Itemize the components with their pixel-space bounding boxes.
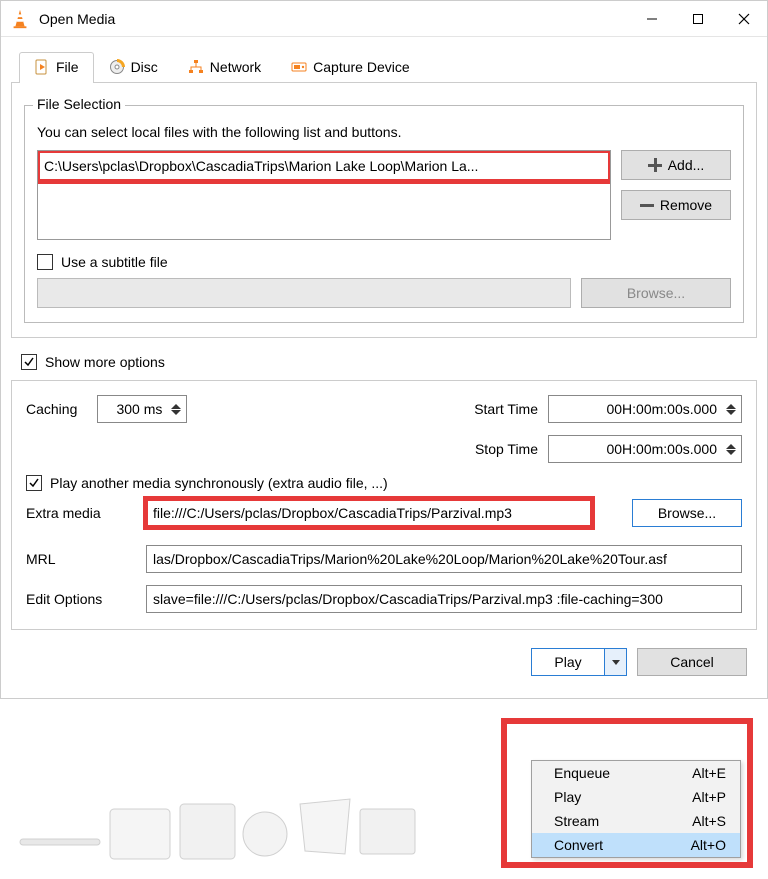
edit-options-value: slave=file:///C:/Users/pclas/Dropbox/Cas…	[153, 591, 663, 607]
network-icon	[188, 59, 204, 75]
help-text: You can select local files with the foll…	[37, 124, 731, 140]
mrl-input[interactable]: las/Dropbox/CascadiaTrips/Marion%20Lake%…	[146, 545, 742, 573]
spinner-arrows-icon[interactable]	[168, 404, 184, 415]
caching-value: 300 ms	[106, 401, 162, 417]
menu-item-enqueue[interactable]: Enqueue Alt+E	[532, 761, 740, 785]
tab-panel-file: File Selection You can select local file…	[11, 83, 757, 338]
plus-icon	[648, 158, 662, 172]
tab-label: Capture Device	[313, 59, 410, 75]
vlc-cone-icon	[9, 8, 31, 30]
spinner-arrows-icon[interactable]	[723, 444, 739, 455]
file-play-icon	[34, 59, 50, 75]
background-decoration	[10, 779, 440, 869]
subtitle-browse-button: Browse...	[581, 278, 731, 308]
caching-spinner[interactable]: 300 ms	[97, 395, 187, 423]
tab-disc[interactable]: Disc	[94, 52, 173, 83]
button-label: Remove	[660, 197, 712, 213]
minus-icon	[640, 204, 654, 207]
tab-network[interactable]: Network	[173, 52, 276, 83]
extra-media-value: file:///C:/Users/pclas/Dropbox/CascadiaT…	[153, 505, 512, 521]
subtitle-checkbox[interactable]	[37, 254, 53, 270]
menu-accel: Alt+E	[692, 765, 726, 781]
menu-accel: Alt+O	[691, 837, 726, 853]
menu-label: Stream	[554, 813, 599, 829]
extra-media-label: Extra media	[26, 505, 136, 521]
minimize-button[interactable]	[629, 1, 675, 37]
show-more-label: Show more options	[45, 354, 165, 370]
extra-media-browse-button[interactable]: Browse...	[632, 499, 742, 527]
sync-label: Play another media synchronously (extra …	[50, 475, 388, 491]
capture-device-icon	[291, 59, 307, 75]
file-list-item[interactable]: C:\Users\pclas\Dropbox\CascadiaTrips\Mar…	[38, 151, 610, 181]
button-label: Browse...	[658, 505, 716, 521]
menu-item-convert[interactable]: Convert Alt+O	[532, 833, 740, 857]
subtitle-label: Use a subtitle file	[61, 254, 168, 270]
sync-checkbox[interactable]	[26, 475, 42, 491]
menu-item-stream[interactable]: Stream Alt+S	[532, 809, 740, 833]
tab-label: Disc	[131, 59, 158, 75]
more-options-panel: Caching 300 ms Start Time 00H:00m:00s.00…	[11, 380, 757, 630]
menu-label: Enqueue	[554, 765, 610, 781]
menu-label: Convert	[554, 837, 603, 853]
remove-button[interactable]: Remove	[621, 190, 731, 220]
start-time-label: Start Time	[474, 401, 538, 417]
group-legend: File Selection	[33, 96, 125, 112]
button-label: Play	[554, 654, 581, 670]
cancel-button[interactable]: Cancel	[637, 648, 747, 676]
play-dropdown-menu: Enqueue Alt+E Play Alt+P Stream Alt+S Co…	[531, 760, 741, 858]
window-title: Open Media	[39, 11, 629, 27]
spinner-arrows-icon[interactable]	[723, 404, 739, 415]
button-label: Add...	[668, 157, 705, 173]
edit-options-input[interactable]: slave=file:///C:/Users/pclas/Dropbox/Cas…	[146, 585, 742, 613]
button-label: Cancel	[670, 654, 714, 670]
play-button[interactable]: Play	[531, 648, 605, 676]
stop-time-label: Stop Time	[475, 441, 538, 457]
mrl-value: las/Dropbox/CascadiaTrips/Marion%20Lake%…	[153, 551, 667, 567]
start-time-value: 00H:00m:00s.000	[557, 401, 717, 417]
start-time-spinner[interactable]: 00H:00m:00s.000	[548, 395, 742, 423]
open-media-window: Open Media File Disc	[0, 0, 768, 699]
add-button[interactable]: Add...	[621, 150, 731, 180]
tab-label: Network	[210, 59, 261, 75]
file-selection-group: File Selection You can select local file…	[24, 105, 744, 323]
button-label: Browse...	[627, 285, 685, 301]
menu-label: Play	[554, 789, 581, 805]
tab-file[interactable]: File	[19, 52, 94, 83]
caching-label: Caching	[26, 401, 77, 417]
mrl-label: MRL	[26, 551, 136, 567]
close-button[interactable]	[721, 1, 767, 37]
maximize-button[interactable]	[675, 1, 721, 37]
play-dropdown-toggle[interactable]	[605, 648, 627, 676]
menu-accel: Alt+S	[692, 813, 726, 829]
menu-accel: Alt+P	[692, 789, 726, 805]
subtitle-path-input	[37, 278, 571, 308]
stop-time-value: 00H:00m:00s.000	[557, 441, 717, 457]
tab-label: File	[56, 59, 79, 75]
tab-capture[interactable]: Capture Device	[276, 52, 425, 83]
file-list[interactable]: C:\Users\pclas\Dropbox\CascadiaTrips\Mar…	[37, 150, 611, 240]
bottom-bar: Play Cancel	[11, 640, 757, 688]
file-path-text: C:\Users\pclas\Dropbox\CascadiaTrips\Mar…	[44, 158, 478, 174]
tabs: File Disc Network Capture Device	[11, 45, 757, 83]
menu-item-play[interactable]: Play Alt+P	[532, 785, 740, 809]
edit-options-label: Edit Options	[26, 591, 136, 607]
stop-time-spinner[interactable]: 00H:00m:00s.000	[548, 435, 742, 463]
play-split-button[interactable]: Play	[531, 648, 627, 676]
titlebar: Open Media	[1, 1, 767, 37]
disc-icon	[109, 59, 125, 75]
show-more-checkbox[interactable]	[21, 354, 37, 370]
chevron-down-icon	[612, 660, 620, 665]
extra-media-input[interactable]: file:///C:/Users/pclas/Dropbox/CascadiaT…	[146, 499, 592, 527]
